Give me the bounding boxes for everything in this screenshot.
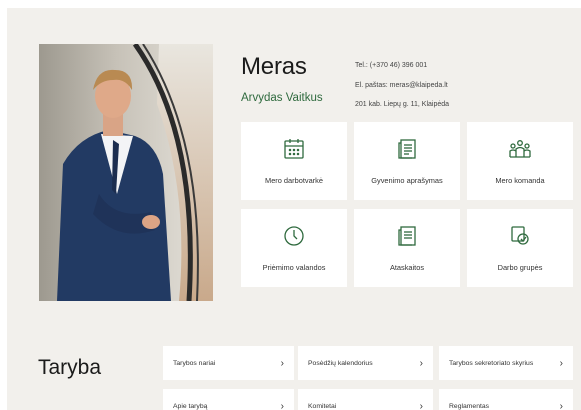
workgroup-icon [508,224,532,253]
link-label: Reglamentas [449,402,490,410]
mayor-photo [39,44,213,301]
mayor-tiles-grid: Mero darbotvarkė Gyvenimo aprašymas Mero… [241,122,573,302]
tile-label: Priėmimo valandos [262,263,326,272]
tile-label: Mero darbotvarkė [265,176,323,185]
mayor-name[interactable]: Arvydas Vaitkus [241,92,323,104]
tile-label: Gyvenimo aprašymas [371,176,443,185]
council-link-secretariat[interactable]: Tarybos sekretoriato skyrius › [439,346,573,380]
chevron-right-icon: › [559,400,563,410]
page-container: Meras Arvydas Vaitkus Tel.: (+370 46) 39… [7,8,581,410]
council-link-members[interactable]: Tarybos nariai › [163,346,294,380]
chevron-right-icon: › [280,400,284,410]
mayor-header: Meras Arvydas Vaitkus [241,52,323,104]
tile-label: Ataskaitos [389,263,425,272]
page-title: Meras [241,53,307,80]
tile-reception-hours[interactable]: Priėmimo valandos [241,209,347,287]
email-text[interactable]: El. paštas: meras@klaipeda.lt [355,76,449,96]
team-icon [508,137,532,166]
chevron-right-icon: › [419,400,423,410]
contact-info: Tel.: (+370 46) 396 001 El. paštas: mera… [355,56,449,115]
report-icon [395,224,419,253]
chevron-right-icon: › [280,357,284,369]
council-link-regulations[interactable]: Reglamentas › [439,389,573,410]
link-label: Komitetai [308,402,337,410]
document-icon [395,137,419,166]
link-label: Tarybos sekretoriato skyrius [449,359,534,367]
tile-mayor-agenda[interactable]: Mero darbotvarkė [241,122,347,200]
link-label: Apie tarybą [173,402,208,410]
tile-biography[interactable]: Gyvenimo aprašymas [354,122,460,200]
tile-label: Darbo grupės [497,263,543,272]
clock-icon [282,224,306,253]
council-link-about[interactable]: Apie tarybą › [163,389,294,410]
chevron-right-icon: › [559,357,563,369]
tile-reports[interactable]: Ataskaitos [354,209,460,287]
tile-label: Mero komanda [495,176,545,185]
address-text: 201 kab. Liepų g. 11, Klaipėda [355,101,450,108]
link-label: Tarybos nariai [173,359,216,367]
calendar-icon [282,137,306,166]
council-title: Taryba [38,356,102,379]
council-link-calendar[interactable]: Posėdžių kalendorius › [298,346,433,380]
phone-text[interactable]: Tel.: (+370 46) 396 001 [355,56,449,76]
council-link-committees[interactable]: Komitetai › [298,389,433,410]
chevron-right-icon: › [419,357,423,369]
link-label: Posėdžių kalendorius [308,359,373,367]
tile-mayor-team[interactable]: Mero komanda [467,122,573,200]
tile-working-groups[interactable]: Darbo grupės [467,209,573,287]
